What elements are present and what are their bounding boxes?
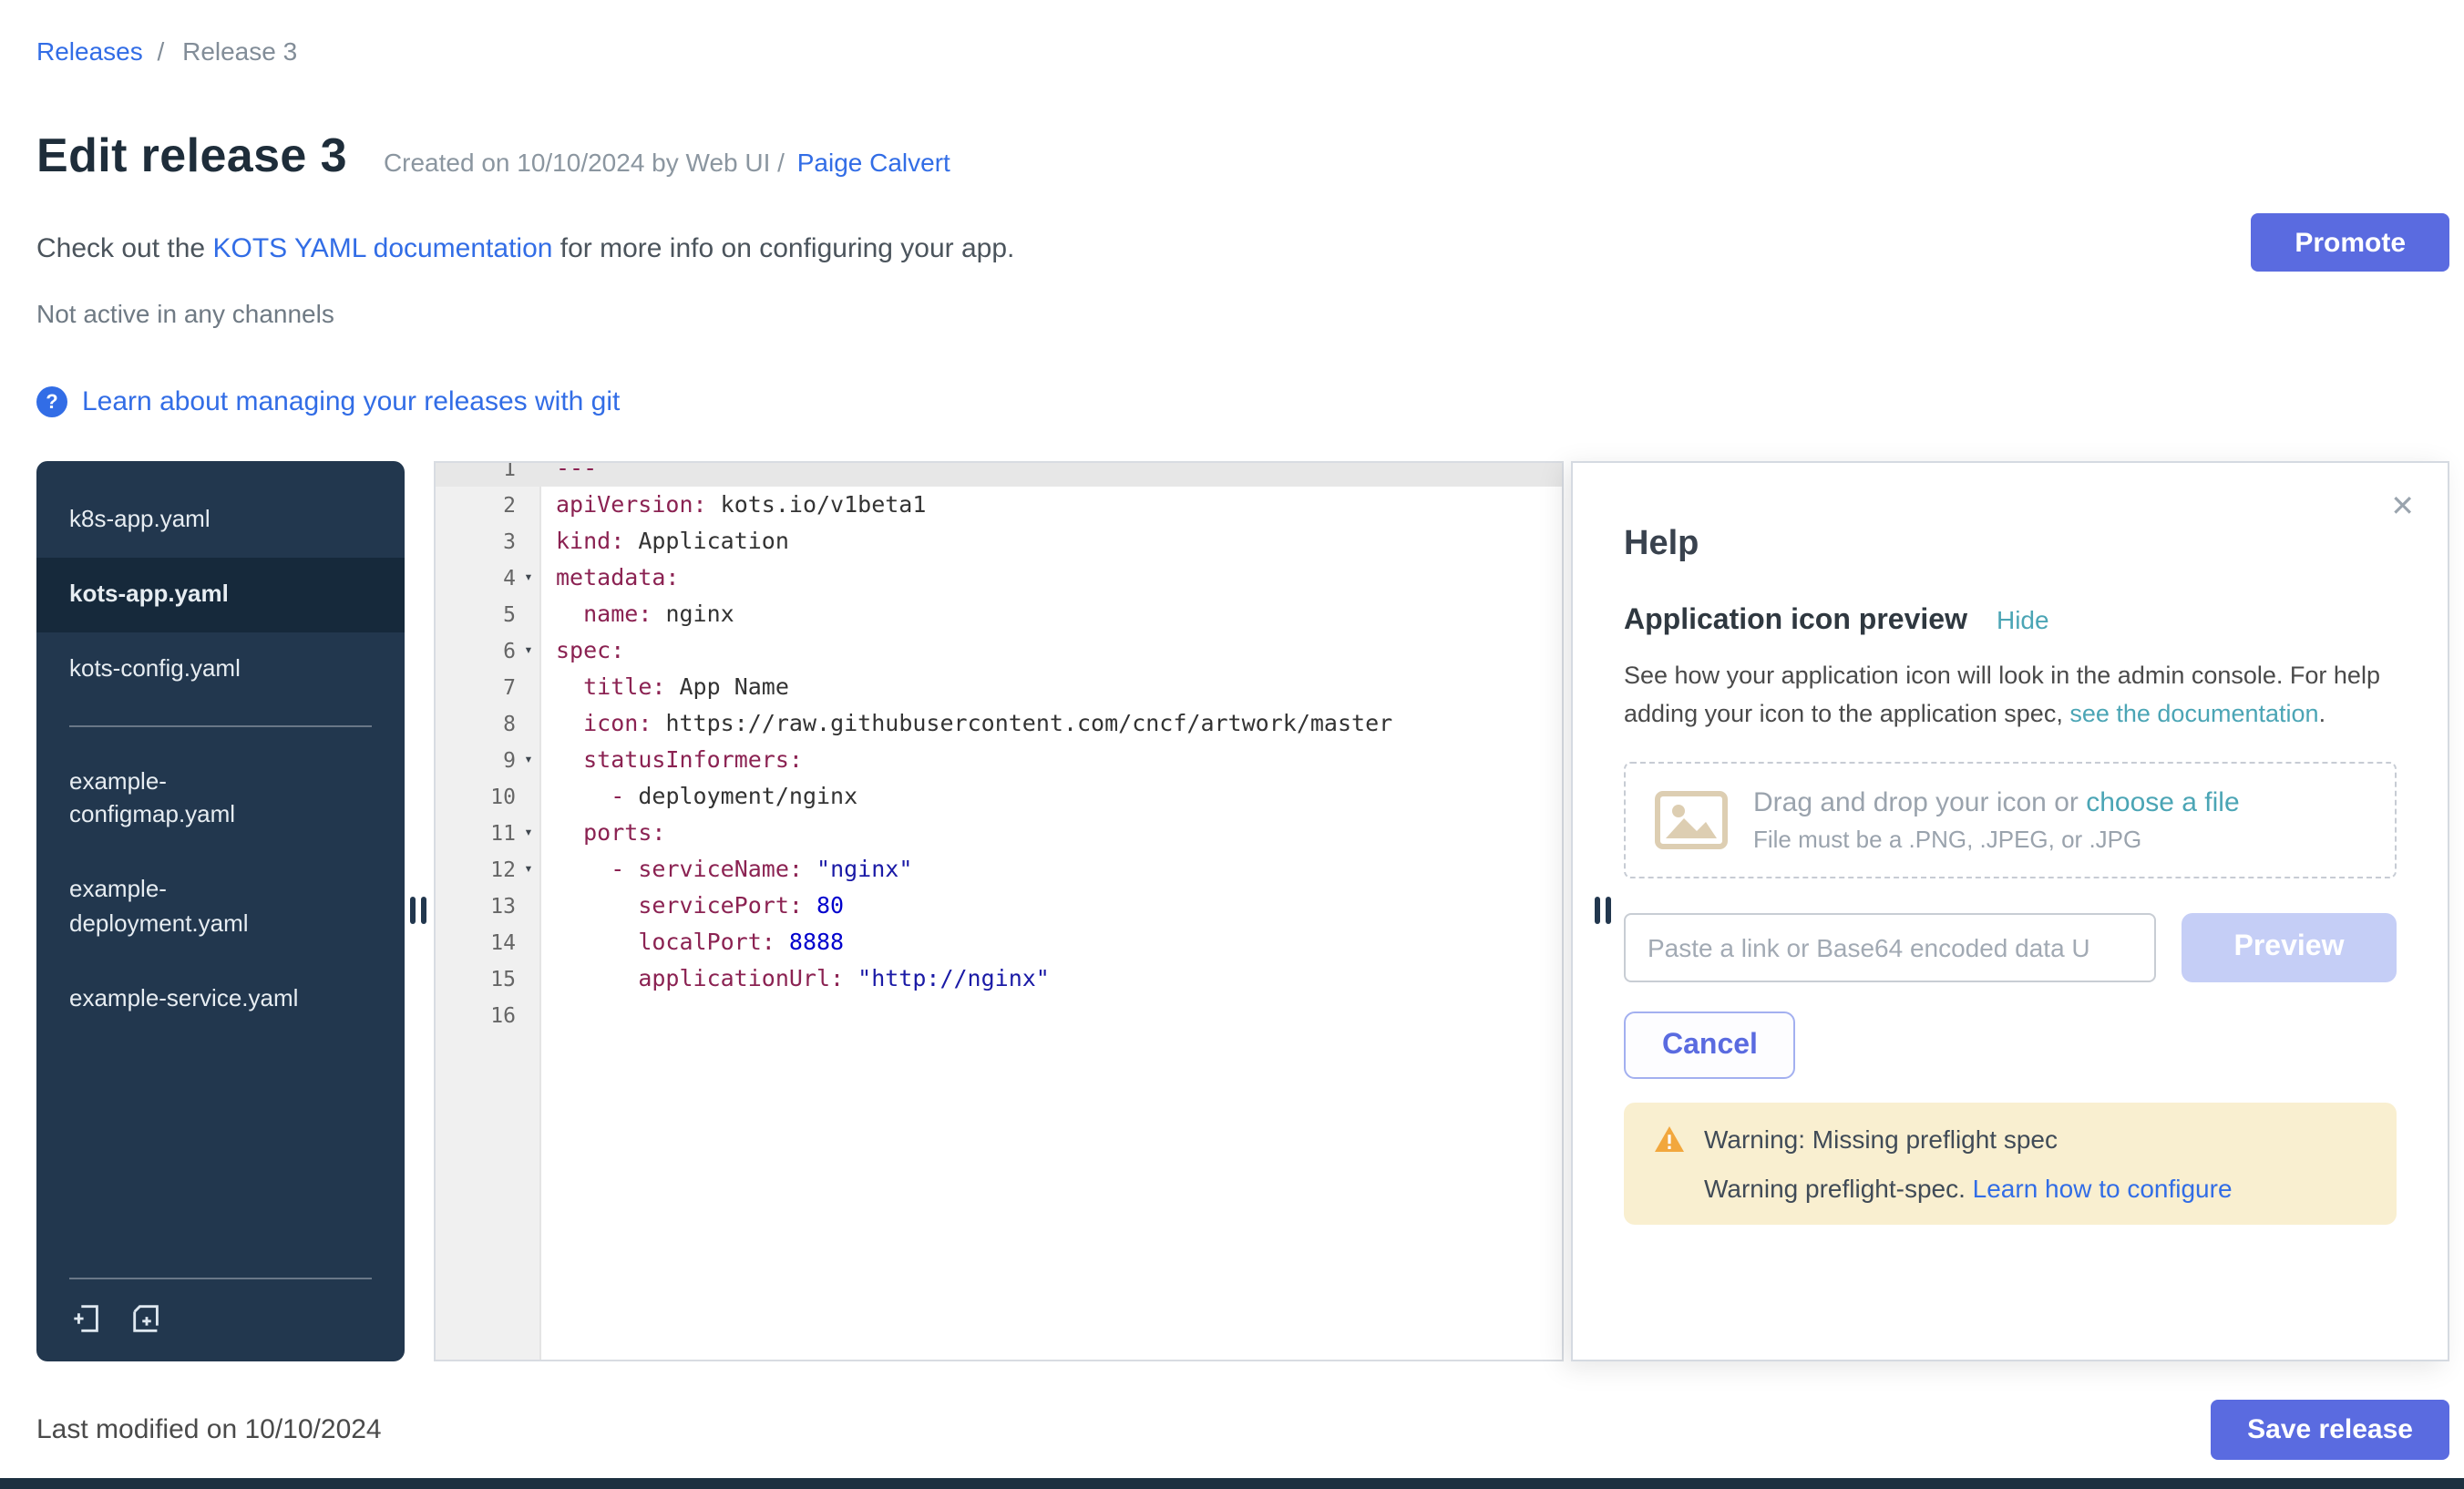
- save-release-button[interactable]: Save release: [2211, 1400, 2449, 1460]
- warning-icon: [1653, 1124, 1686, 1154]
- code-line[interactable]: 13 servicePort: 80: [436, 888, 1562, 924]
- icon-url-input[interactable]: [1624, 913, 2156, 982]
- breadcrumb: Releases / Release 3: [36, 36, 297, 66]
- code-line[interactable]: 6▾spec:: [436, 632, 1562, 669]
- last-modified-text: Last modified on 10/10/2024: [36, 1414, 382, 1445]
- breadcrumb-separator: /: [158, 36, 165, 66]
- file-tree-item[interactable]: example-deployment.yaml: [36, 853, 405, 961]
- code-line[interactable]: 4▾metadata:: [436, 560, 1562, 596]
- code-line[interactable]: 14 localPort: 8888: [436, 924, 1562, 960]
- git-help-row: ? Learn about managing your releases wit…: [36, 386, 620, 417]
- release-workbench: k8s-app.yamlkots-app.yamlkots-config.yam…: [36, 461, 2449, 1361]
- new-file-icon[interactable]: [129, 1301, 164, 1336]
- editor-lines: 1---2apiVersion: kots.io/v1beta13kind: A…: [436, 461, 1562, 1033]
- breadcrumb-current: Release 3: [182, 36, 297, 66]
- code-line[interactable]: 9▾ statusInformers:: [436, 742, 1562, 778]
- choose-file-link[interactable]: choose a file: [2086, 787, 2239, 818]
- promote-button[interactable]: Promote: [2251, 213, 2449, 272]
- docs-text-before: Check out the: [36, 233, 212, 264]
- git-help-link[interactable]: Learn about managing your releases with …: [82, 386, 620, 417]
- docs-text-after: for more info on configuring your app.: [552, 233, 1014, 264]
- icon-url-row: Preview: [1624, 913, 2397, 982]
- cancel-button[interactable]: Cancel: [1624, 1011, 1796, 1079]
- code-editor[interactable]: 1---2apiVersion: kots.io/v1beta13kind: A…: [434, 461, 1564, 1361]
- help-title: Help: [1624, 525, 2397, 565]
- file-tree-footer: [36, 1278, 405, 1361]
- file-tree-item[interactable]: kots-config.yaml: [36, 632, 405, 706]
- icon-preview-title: Application icon preview: [1624, 605, 1967, 638]
- bottom-bar: [0, 1478, 2464, 1489]
- configure-preflight-link[interactable]: Learn how to configure: [1973, 1174, 2233, 1203]
- warning-title: Warning: Missing preflight spec: [1704, 1124, 2058, 1154]
- see-documentation-link[interactable]: see the documentation: [2069, 700, 2318, 727]
- help-resize-handle[interactable]: [1595, 897, 1611, 924]
- dropzone-label: Drag and drop your icon or: [1753, 787, 2086, 818]
- file-tree-divider: [69, 724, 372, 726]
- created-info: Created on 10/10/2024 by Web UI / Paige …: [384, 148, 950, 177]
- hide-link[interactable]: Hide: [1997, 605, 2049, 634]
- title-row: Edit release 3 Created on 10/10/2024 by …: [36, 128, 950, 184]
- code-line[interactable]: 5 name: nginx: [436, 596, 1562, 632]
- help-panel: ✕ Help Application icon preview Hide See…: [1571, 461, 2449, 1361]
- dropzone-text: Drag and drop your icon or choose a file…: [1753, 787, 2240, 853]
- file-tree-top: k8s-app.yamlkots-app.yamlkots-config.yam…: [36, 483, 405, 706]
- close-icon[interactable]: ✕: [2390, 488, 2415, 525]
- upload-file-icon[interactable]: [69, 1301, 104, 1336]
- icon-dropzone[interactable]: Drag and drop your icon or choose a file…: [1624, 762, 2397, 878]
- file-tree-item[interactable]: example-service.yaml: [36, 962, 405, 1037]
- page-title: Edit release 3: [36, 128, 347, 184]
- author-link[interactable]: Paige Calvert: [797, 148, 950, 177]
- file-tree-bottom: example-configmap.yamlexample-deployment…: [36, 744, 405, 1036]
- code-line[interactable]: 2apiVersion: kots.io/v1beta1: [436, 487, 1562, 523]
- code-line[interactable]: 16: [436, 997, 1562, 1033]
- code-line[interactable]: 12▾ - serviceName: "nginx": [436, 851, 1562, 888]
- file-tree-resize-handle[interactable]: [410, 897, 426, 924]
- preview-button[interactable]: Preview: [2182, 913, 2397, 982]
- help-description-period: .: [2319, 700, 2326, 727]
- file-tree-item[interactable]: kots-app.yaml: [36, 558, 405, 632]
- help-description: See how your application icon will look …: [1624, 656, 2397, 733]
- warning-detail-text: Warning preflight-spec.: [1704, 1174, 1973, 1203]
- dropzone-hint: File must be a .PNG, .JPEG, or .JPG: [1753, 826, 2240, 853]
- code-line[interactable]: 10 - deployment/nginx: [436, 778, 1562, 815]
- code-line[interactable]: 3kind: Application: [436, 523, 1562, 560]
- code-line[interactable]: 8 icon: https://raw.githubusercontent.co…: [436, 705, 1562, 742]
- image-icon: [1655, 791, 1728, 849]
- code-line[interactable]: 11▾ ports:: [436, 815, 1562, 851]
- created-text: Created on 10/10/2024 by Web UI /: [384, 148, 785, 177]
- code-line[interactable]: 7 title: App Name: [436, 669, 1562, 705]
- file-tree-item[interactable]: example-configmap.yaml: [36, 744, 405, 853]
- kots-docs-link[interactable]: KOTS YAML documentation: [212, 233, 552, 264]
- file-tree: k8s-app.yamlkots-app.yamlkots-config.yam…: [36, 461, 405, 1361]
- channel-status: Not active in any channels: [36, 299, 334, 328]
- file-tree-item[interactable]: k8s-app.yaml: [36, 483, 405, 558]
- docs-line: Check out the KOTS YAML documentation fo…: [36, 233, 1014, 264]
- icon-preview-section: Application icon preview Hide: [1624, 605, 2397, 638]
- page: Releases / Release 3 Edit release 3 Crea…: [0, 0, 2464, 1489]
- warning-detail: Warning preflight-spec. Learn how to con…: [1704, 1174, 2367, 1203]
- code-line[interactable]: 1---: [436, 461, 1562, 487]
- question-circle-icon[interactable]: ?: [36, 386, 67, 417]
- code-line[interactable]: 15 applicationUrl: "http://nginx": [436, 960, 1562, 997]
- breadcrumb-releases-link[interactable]: Releases: [36, 36, 143, 66]
- warning-box: Warning: Missing preflight spec Warning …: [1624, 1103, 2397, 1225]
